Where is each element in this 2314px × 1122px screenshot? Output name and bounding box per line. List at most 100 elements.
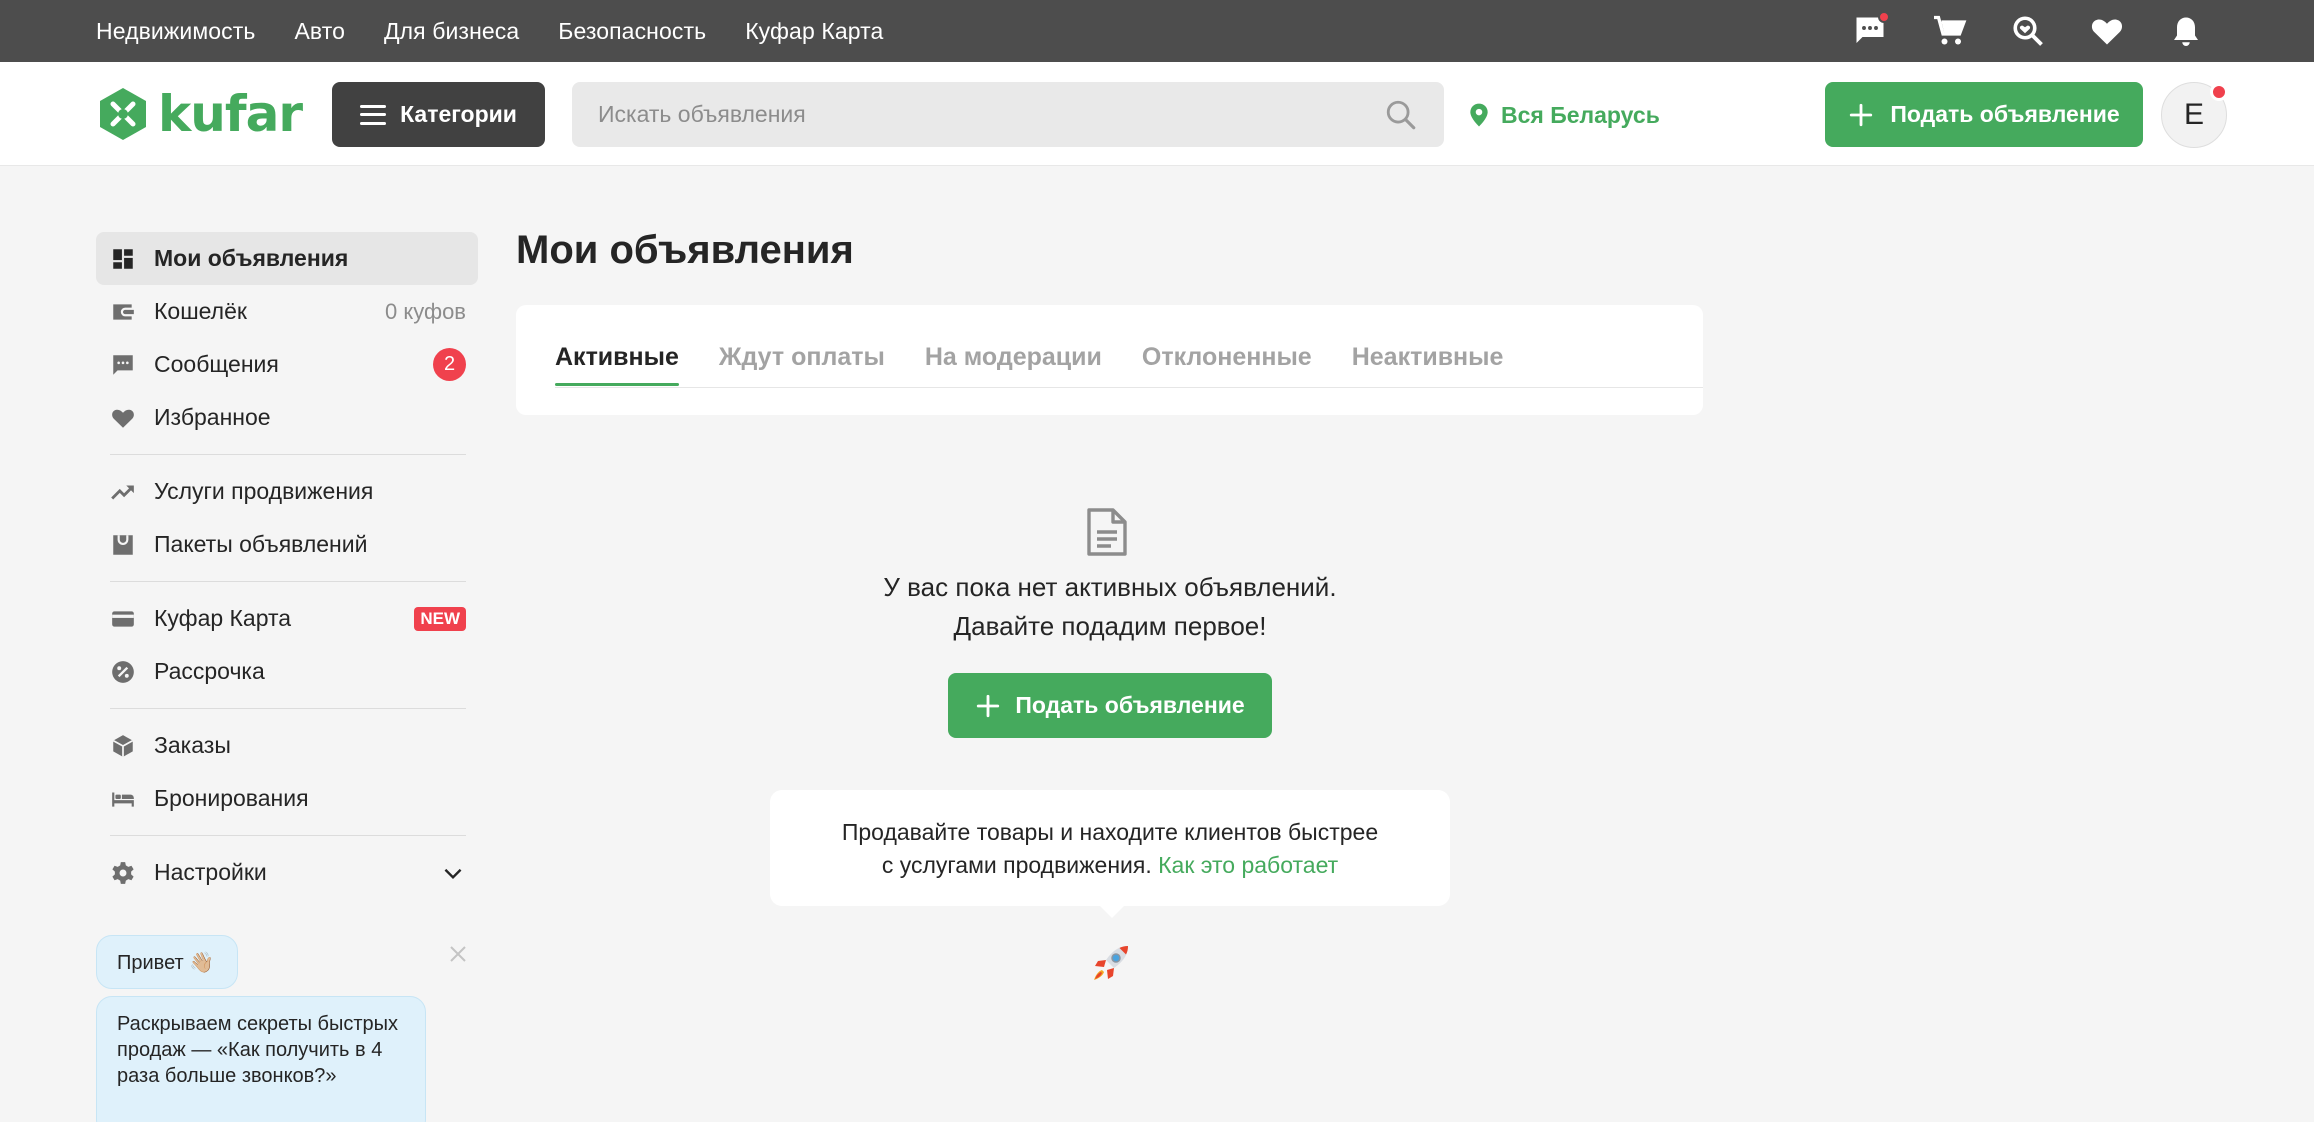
sidebar-item-label: Избранное xyxy=(154,404,271,430)
sidebar-item-my-ads[interactable]: Мои объявления xyxy=(96,232,478,285)
sidebar-divider xyxy=(110,708,466,709)
empty-state-message: У вас пока нет активных объявлений. Дава… xyxy=(766,568,1454,646)
new-badge-wrap: NEW xyxy=(414,592,466,645)
search-input[interactable] xyxy=(572,82,1372,147)
sidebar-divider xyxy=(110,835,466,836)
heart-icon xyxy=(110,405,136,431)
sidebar-item-label: Кошелёк xyxy=(154,298,247,324)
sidebar-item-kufar-card[interactable]: Куфар Карта NEW xyxy=(96,592,478,645)
sidebar-item-bookings[interactable]: Бронирования xyxy=(96,772,478,825)
chat-message-bubble[interactable]: Раскрываем секреты быстрых продаж — «Как… xyxy=(96,996,426,1122)
promo-line-2: с услугами продвижения. xyxy=(881,852,1152,878)
tab-active[interactable]: Активные xyxy=(555,343,679,386)
dashboard-icon xyxy=(110,246,136,272)
sidebar-item-label: Заказы xyxy=(154,732,231,758)
empty-state-post-ad-button[interactable]: Подать объявление xyxy=(948,673,1272,738)
sidebar-divider xyxy=(110,581,466,582)
top-bar: Недвижимость Авто Для бизнеса Безопаснос… xyxy=(0,0,2314,62)
header: kufar Категории Вся Беларусь Подать объя… xyxy=(0,62,2314,166)
location-pin-icon xyxy=(1470,103,1488,127)
tab-moderation[interactable]: На модерации xyxy=(925,343,1102,386)
plus-icon xyxy=(1850,103,1873,126)
sidebar-item-wallet[interactable]: Кошелёк 0 куфов xyxy=(96,285,478,338)
menu-icon xyxy=(360,104,387,125)
top-icons xyxy=(1852,0,2204,62)
gear-icon xyxy=(110,860,136,886)
promotion-tooltip: Продавайте товары и находите клиентов бы… xyxy=(770,790,1450,906)
kufar-logo[interactable]: kufar xyxy=(96,84,303,144)
box-icon xyxy=(110,733,136,759)
post-ad-button[interactable]: Подать объявление xyxy=(1825,82,2143,147)
wallet-icon xyxy=(110,299,136,325)
tab-awaiting-payment[interactable]: Ждут оплаты xyxy=(719,343,885,386)
search-box xyxy=(572,82,1444,147)
promotion-tooltip-tail xyxy=(1098,904,1126,918)
sidebar-item-label: Куфар Карта xyxy=(154,605,292,631)
sidebar-item-label: Бронирования xyxy=(154,785,309,811)
sidebar-item-orders[interactable]: Заказы xyxy=(96,719,478,772)
messages-count-badge: 2 xyxy=(433,348,466,381)
post-ad-label: Подать объявление xyxy=(1890,101,2120,127)
percent-icon xyxy=(110,659,136,685)
chat-icon[interactable] xyxy=(1852,11,1890,49)
empty-state-line-1: У вас пока нет активных объявлений. xyxy=(883,572,1337,602)
top-link-security[interactable]: Безопасность xyxy=(558,18,706,45)
top-link-real-estate[interactable]: Недвижимость xyxy=(96,18,255,45)
top-link-kufar-card[interactable]: Куфар Карта xyxy=(745,18,883,45)
chat-notification-dot xyxy=(1878,11,1890,23)
sidebar-item-installments[interactable]: Рассрочка xyxy=(96,645,478,698)
sidebar-item-settings[interactable]: Настройки xyxy=(96,846,478,899)
rocket-icon xyxy=(1094,946,1128,980)
sidebar-item-packages[interactable]: Пакеты объявлений xyxy=(96,518,478,571)
how-it-works-link[interactable]: Как это работает xyxy=(1158,852,1338,878)
avatar-letter: E xyxy=(2183,98,2204,131)
top-link-business[interactable]: Для бизнеса xyxy=(384,18,519,45)
kufar-logo-mark xyxy=(100,88,146,140)
bell-icon[interactable] xyxy=(2168,13,2204,49)
avatar-notification-dot xyxy=(2210,83,2228,101)
cart-icon[interactable] xyxy=(1931,13,1967,49)
tab-rejected[interactable]: Отклоненные xyxy=(1142,343,1312,386)
region-label: Вся Беларусь xyxy=(1501,101,1660,128)
saved-search-icon[interactable] xyxy=(2010,13,2046,49)
region-selector[interactable]: Вся Беларусь xyxy=(1466,96,1660,134)
chevron-down-icon[interactable] xyxy=(440,846,466,899)
bag-icon xyxy=(110,532,136,558)
tabs-underline xyxy=(555,387,1703,388)
sidebar-divider xyxy=(110,454,466,455)
sidebar-item-messages[interactable]: Сообщения 2 xyxy=(96,338,478,391)
message-icon xyxy=(110,352,136,378)
tabs-card: Активные Ждут оплаты На модерации Отклон… xyxy=(516,305,1703,415)
sidebar-item-label: Мои объявления xyxy=(154,245,349,271)
bed-icon xyxy=(110,786,136,812)
page-title: Мои объявления xyxy=(516,228,854,272)
chat-greeting-bubble[interactable]: Привет 👋🏼 xyxy=(96,935,238,989)
plus-icon xyxy=(977,694,1000,717)
sidebar-item-label: Настройки xyxy=(154,859,267,885)
sidebar: Мои объявления Кошелёк 0 куфов Сообщения… xyxy=(96,232,478,899)
new-badge: NEW xyxy=(414,606,466,631)
tab-inactive[interactable]: Неактивные xyxy=(1352,343,1504,386)
wallet-balance: 0 куфов xyxy=(385,298,466,324)
top-link-auto[interactable]: Авто xyxy=(294,18,345,45)
avatar[interactable]: E xyxy=(2161,82,2228,148)
sidebar-item-favorites[interactable]: Избранное xyxy=(96,391,478,444)
heart-icon[interactable] xyxy=(2089,13,2125,49)
search-icon[interactable] xyxy=(1384,98,1418,132)
post-ad-label: Подать объявление xyxy=(1015,692,1245,718)
categories-label: Категории xyxy=(400,101,517,127)
sidebar-item-promotion[interactable]: Услуги продвижения xyxy=(96,465,478,518)
close-icon[interactable] xyxy=(448,944,468,964)
sidebar-item-label: Пакеты объявлений xyxy=(154,531,368,557)
ads-tabs: Активные Ждут оплаты На модерации Отклон… xyxy=(555,343,1503,386)
sidebar-item-label: Рассрочка xyxy=(154,658,265,684)
promo-line-1: Продавайте товары и находите клиентов бы… xyxy=(841,819,1379,845)
messages-badge-wrap: 2 xyxy=(433,338,466,391)
promo-line-2-wrap: с услугами продвижения. Как это работает xyxy=(770,849,1450,882)
document-icon xyxy=(1087,508,1127,556)
empty-state-line-2: Давайте подадим первое! xyxy=(953,611,1267,641)
categories-button[interactable]: Категории xyxy=(332,82,545,147)
sidebar-item-label: Услуги продвижения xyxy=(154,478,374,504)
logo-wordmark: kufar xyxy=(158,85,303,143)
trending-up-icon xyxy=(110,479,136,505)
